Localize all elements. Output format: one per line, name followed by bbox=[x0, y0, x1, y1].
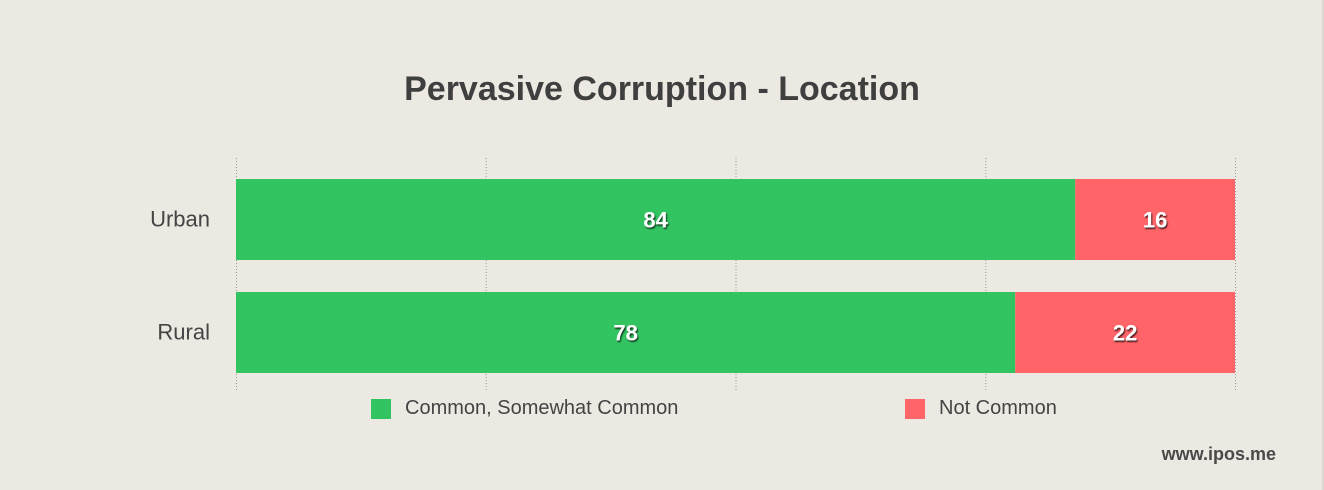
chart-legend: Common, Somewhat Common Not Common bbox=[0, 397, 1324, 425]
legend-swatch-common bbox=[371, 398, 391, 419]
legend-label-common: Common, Somewhat Common bbox=[405, 397, 679, 419]
data-label: 84 bbox=[643, 208, 668, 233]
legend-item-common: Common, Somewhat Common bbox=[371, 397, 678, 420]
legend-item-not-common: Not Common bbox=[905, 397, 1057, 420]
legend-swatch-not-common bbox=[905, 398, 925, 419]
watermark: www.ipos.me bbox=[1161, 444, 1276, 464]
data-label: 78 bbox=[613, 321, 637, 346]
category-label: Rural bbox=[157, 320, 210, 345]
category-label: Urban bbox=[150, 207, 210, 232]
data-label: 22 bbox=[1113, 321, 1137, 346]
legend-label-not-common: Not Common bbox=[939, 397, 1057, 419]
data-label: 16 bbox=[1143, 208, 1167, 233]
